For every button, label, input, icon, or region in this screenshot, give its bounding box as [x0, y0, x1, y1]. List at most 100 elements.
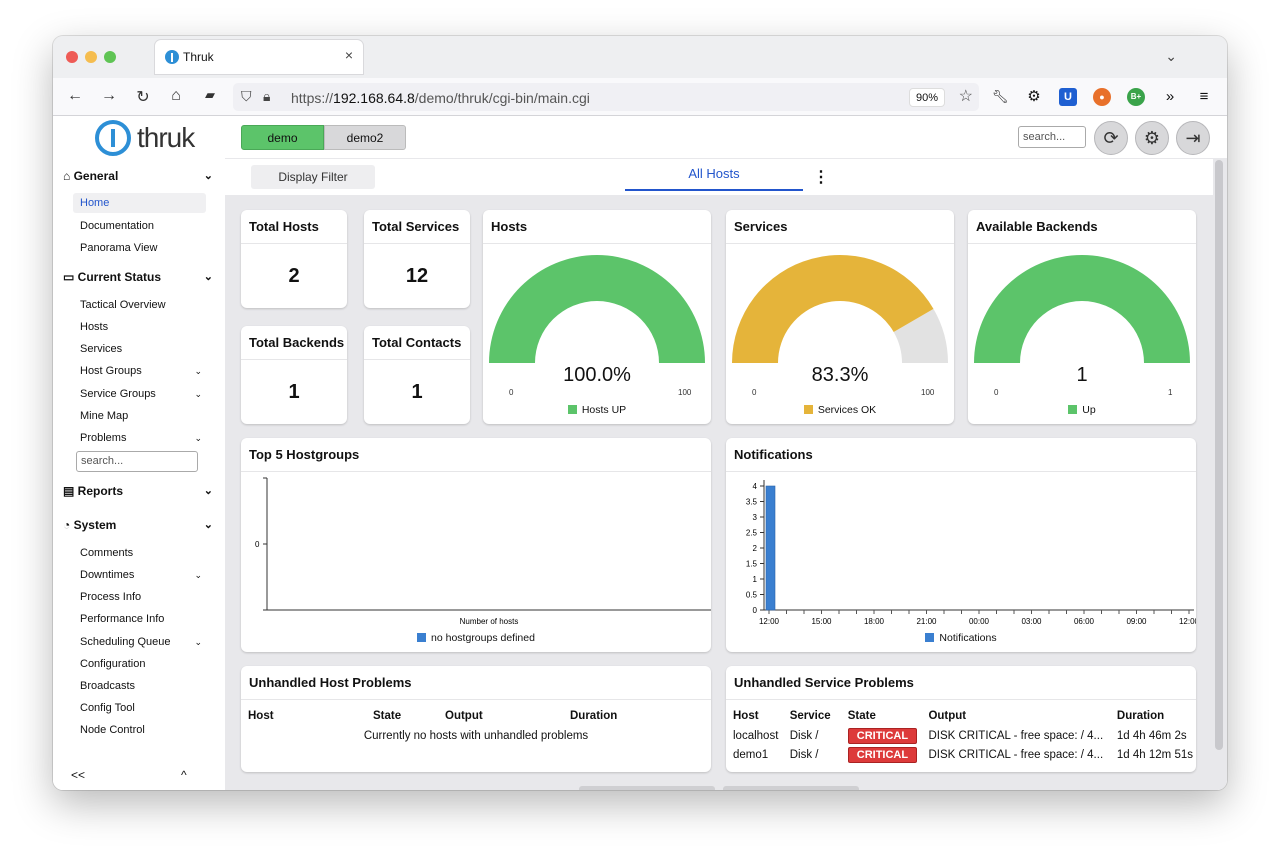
zoom-level-badge[interactable]: 90%	[909, 88, 945, 107]
column-header[interactable]: Output	[928, 706, 1116, 726]
preferences-button[interactable]: ⚙	[1135, 121, 1169, 155]
service-cell[interactable]: Disk /	[790, 745, 848, 764]
column-header[interactable]: Host	[733, 706, 790, 726]
bottom-panel-handle[interactable]	[723, 786, 859, 790]
bookmark-star-icon[interactable]: ☆	[959, 86, 973, 106]
host-cell[interactable]: demo1	[733, 745, 790, 764]
home-icon[interactable]: ⌂	[166, 87, 186, 105]
extension-fox-icon[interactable]: ●	[1093, 88, 1111, 106]
settings-gear-icon[interactable]: ⚙	[1025, 88, 1043, 106]
bottom-panel-handle[interactable]	[579, 786, 715, 790]
reload-icon[interactable]: ↻	[133, 87, 153, 107]
sidebar-item-mine-map[interactable]: Mine Map	[80, 406, 206, 426]
url-bar[interactable]: ⛉ 🔒︎ https://192.168.64.8/demo/thruk/cgi…	[233, 83, 979, 111]
total-services-card[interactable]: Total Services 12	[364, 210, 470, 308]
section-current-status[interactable]: ▭ Current Status⌄	[63, 270, 213, 284]
more-extensions-icon[interactable]: »	[1161, 88, 1179, 106]
sidebar-item-panorama-view[interactable]: Panorama View	[80, 238, 206, 258]
sidebar-item-configuration[interactable]: Configuration	[80, 654, 206, 674]
thruk-logo[interactable]: thruk	[95, 120, 185, 158]
maximize-window-button[interactable]	[104, 51, 116, 63]
tab-bar: Thruk × ⌄	[53, 36, 1227, 78]
chevron-down-icon[interactable]: ⌄	[194, 361, 202, 381]
total-contacts-card[interactable]: Total Contacts 1	[364, 326, 470, 424]
backend-demo2-button[interactable]: demo2	[324, 125, 406, 150]
sidebar-item-service-groups[interactable]: Service Groups⌄	[80, 384, 206, 404]
card-title: Hosts	[491, 219, 527, 234]
total-hosts-card[interactable]: Total Hosts 2	[241, 210, 347, 308]
sidebar-item-host-groups[interactable]: Host Groups⌄	[80, 361, 206, 381]
sidebar-item-tactical-overview[interactable]: Tactical Overview	[80, 295, 206, 315]
chevron-down-icon[interactable]: ⌄	[204, 270, 213, 283]
header-search-input[interactable]: search...	[1018, 126, 1086, 148]
section-general[interactable]: ⌂ General⌄	[63, 169, 213, 183]
scroll-to-top-icon[interactable]: ^	[181, 768, 187, 782]
chevron-down-icon[interactable]: ⌄	[204, 518, 213, 531]
chevron-down-icon[interactable]: ⌄	[204, 169, 213, 182]
sidebar-item-scheduling-queue[interactable]: Scheduling Queue⌄	[80, 632, 206, 652]
chevron-down-icon[interactable]: ⌄	[194, 384, 202, 404]
gear-icon: ⚙	[1144, 128, 1160, 148]
shield-icon[interactable]: ⛉	[241, 88, 252, 105]
extension-b-plus-icon[interactable]: B+	[1127, 88, 1145, 106]
card-title: Total Services	[372, 219, 459, 234]
service-cell[interactable]: Disk /	[790, 726, 848, 745]
wrench-icon[interactable]: 🔧︎	[991, 88, 1009, 106]
back-icon[interactable]: ←	[65, 87, 85, 105]
url-text[interactable]: https://192.168.64.8/demo/thruk/cgi-bin/…	[291, 90, 590, 106]
sidebar-item-config-tool[interactable]: Config Tool	[80, 698, 206, 718]
logout-button[interactable]: ⇥	[1176, 121, 1210, 155]
collapse-sidebar-icon[interactable]: <<	[71, 768, 85, 782]
forward-icon[interactable]: →	[99, 87, 119, 105]
chevron-down-icon[interactable]: ⌄	[194, 632, 202, 652]
close-window-button[interactable]	[66, 51, 78, 63]
sidebar-item-problems[interactable]: Problems⌄	[80, 428, 206, 448]
sidebar-item-hosts[interactable]: Hosts	[80, 317, 206, 337]
card-divider	[241, 359, 347, 360]
bitwarden-icon[interactable]: U	[1059, 88, 1077, 106]
gauge-value: 1	[968, 364, 1196, 387]
display-filter-button[interactable]: Display Filter	[251, 165, 375, 189]
chevron-down-icon[interactable]: ⌄	[194, 428, 202, 448]
section-reports[interactable]: ▤ Reports⌄	[63, 484, 213, 498]
status-badge: CRITICAL	[848, 728, 917, 744]
tab-list-dropdown-icon[interactable]: ⌄	[1165, 48, 1177, 65]
lock-icon[interactable]: 🔒︎	[263, 88, 270, 105]
column-header[interactable]: Duration	[570, 706, 704, 726]
sidebar-item-documentation[interactable]: Documentation	[80, 216, 206, 236]
tab-close-icon[interactable]: ×	[345, 47, 353, 63]
sidebar-item-comments[interactable]: Comments	[80, 543, 206, 563]
sidebar-item-home[interactable]: Home	[73, 193, 206, 213]
sidebar-item-performance-info[interactable]: Performance Info	[80, 609, 206, 629]
column-header[interactable]: Output	[445, 706, 570, 726]
sidebar-item-node-control[interactable]: Node Control	[80, 720, 206, 740]
tab-all-hosts[interactable]: All Hosts	[625, 161, 803, 191]
column-header[interactable]: Service	[790, 706, 848, 726]
screen-share-icon[interactable]: ▰	[200, 87, 220, 103]
refresh-button[interactable]: ⟳	[1094, 121, 1128, 155]
host-cell[interactable]: localhost	[733, 726, 790, 745]
minimize-window-button[interactable]	[85, 51, 97, 63]
chevron-down-icon[interactable]: ⌄	[204, 484, 213, 497]
chevron-down-icon[interactable]: ⌄	[194, 565, 202, 585]
table-row[interactable]: demo1 Disk / CRITICAL DISK CRITICAL - fr…	[733, 745, 1193, 764]
sidebar-item-downtimes[interactable]: Downtimes⌄	[80, 565, 206, 585]
section-system[interactable]: ◔ System⌄	[63, 518, 213, 532]
backend-demo-button[interactable]: demo	[241, 125, 324, 150]
column-header[interactable]: Host	[248, 706, 373, 726]
y-tick-label: 0	[255, 540, 260, 549]
total-backends-card[interactable]: Total Backends 1	[241, 326, 347, 424]
sidebar-item-services[interactable]: Services	[80, 339, 206, 359]
sidebar-item-process-info[interactable]: Process Info	[80, 587, 206, 607]
page-scrollbar[interactable]	[1215, 160, 1223, 750]
sidebar-search-input[interactable]: search...	[76, 451, 198, 472]
column-header[interactable]: Duration	[1117, 706, 1193, 726]
sidebar-item-broadcasts[interactable]: Broadcasts	[80, 676, 206, 696]
browser-tab[interactable]: Thruk ×	[155, 40, 363, 74]
gauge-max: 1	[1168, 388, 1172, 397]
column-header[interactable]: State	[848, 706, 929, 726]
kebab-menu-icon[interactable]: ⋮	[813, 167, 829, 187]
table-row[interactable]: localhost Disk / CRITICAL DISK CRITICAL …	[733, 726, 1193, 745]
app-menu-icon[interactable]: ≡	[1195, 88, 1213, 106]
column-header[interactable]: State	[373, 706, 445, 726]
